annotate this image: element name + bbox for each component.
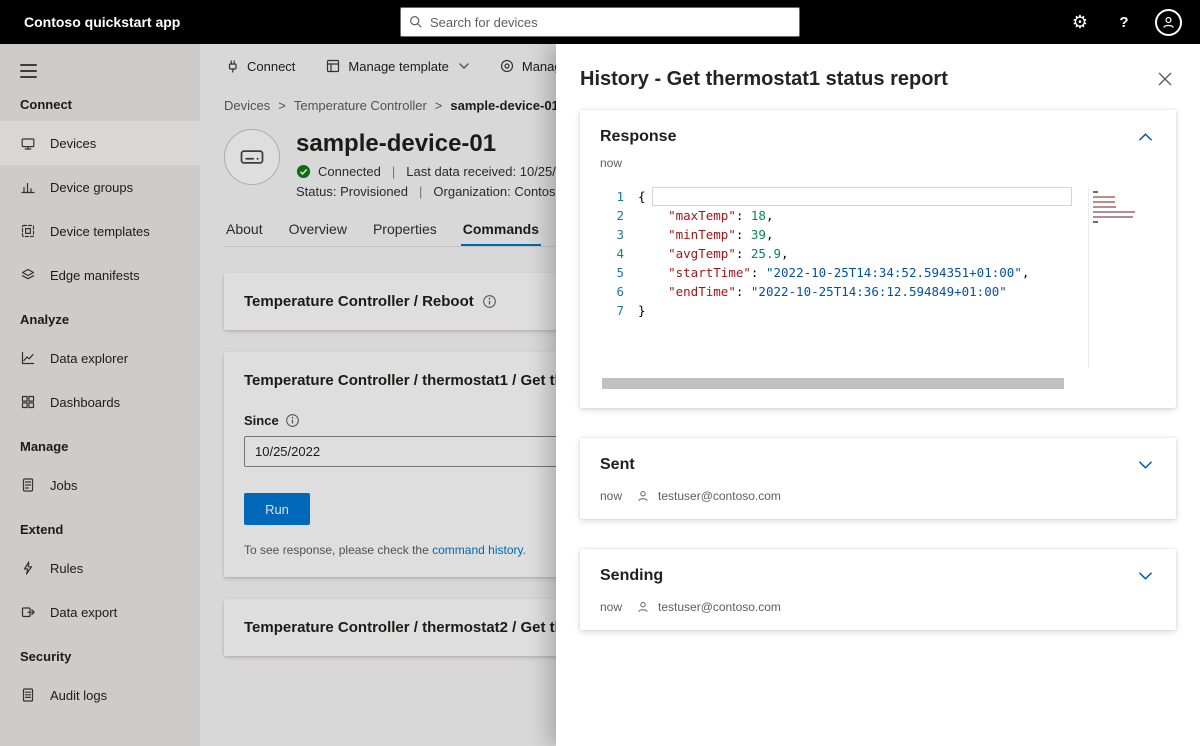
sent-header: Sent (600, 454, 1156, 476)
panel-body: Response now 1{2 "maxTemp": 18, 3 "minTem… (556, 106, 1200, 654)
code-line: 7} (600, 301, 1072, 320)
response-header: Response (600, 126, 1156, 148)
person-icon (636, 600, 650, 614)
expand-sending-button[interactable] (1134, 565, 1156, 587)
line-number: 5 (616, 265, 624, 280)
code-line: 4 "avgTemp": 25.9, (600, 244, 1072, 263)
search-icon (409, 15, 423, 29)
collapse-response-button[interactable] (1134, 126, 1156, 148)
line-number: 6 (616, 284, 624, 299)
topbar: Contoso quickstart app ⚙ ? (0, 0, 1200, 44)
sent-timestamp: now (600, 489, 623, 503)
sent-title: Sent (600, 456, 635, 473)
response-timestamp: now (600, 156, 623, 170)
code-line: 3 "minTemp": 39, (600, 225, 1072, 244)
code-line: 5 "startTime": "2022-10-25T14:34:52.5943… (600, 263, 1072, 282)
chevron-up-icon (1138, 133, 1152, 141)
response-title: Response (600, 128, 677, 145)
search-input[interactable] (430, 14, 791, 30)
panel-title: History - Get thermostat1 status report (580, 68, 948, 90)
sending-meta: now testuser@contoso.com (600, 600, 1156, 614)
sent-user: testuser@contoso.com (658, 489, 781, 503)
close-icon (1158, 72, 1172, 86)
topbar-actions: ⚙ ? (1058, 0, 1190, 44)
chevron-down-icon (1138, 572, 1152, 580)
line-number: 3 (616, 227, 624, 242)
account-button[interactable] (1146, 0, 1190, 44)
horizontal-scrollbar[interactable] (602, 378, 1064, 389)
sent-card: Sent now testuser@contoso.com (580, 438, 1176, 519)
help-icon: ? (1119, 13, 1129, 31)
chevron-down-icon (1138, 461, 1152, 469)
avatar (1154, 8, 1182, 36)
code-lines: 1{2 "maxTemp": 18, 3 "minTemp": 39, 4 "avg… (600, 184, 1072, 320)
code-line: 1{ (600, 187, 1072, 206)
sending-timestamp: now (600, 600, 623, 614)
settings-button[interactable]: ⚙ (1058, 0, 1102, 44)
line-number: 7 (616, 303, 624, 318)
response-card: Response now 1{2 "maxTemp": 18, 3 "minTem… (580, 110, 1176, 408)
person-icon (636, 489, 650, 503)
expand-sent-button[interactable] (1134, 454, 1156, 476)
help-button[interactable]: ? (1102, 0, 1146, 44)
line-number: 1 (616, 189, 624, 204)
line-number: 4 (616, 246, 624, 261)
gear-icon: ⚙ (1071, 12, 1089, 32)
sending-title: Sending (600, 567, 664, 584)
sent-meta: now testuser@contoso.com (600, 489, 1156, 503)
sending-header: Sending (600, 565, 1156, 587)
code-line: 2 "maxTemp": 18, (600, 206, 1072, 225)
history-panel: History - Get thermostat1 status report … (556, 44, 1200, 746)
sending-card: Sending now testuser@contoso.com (580, 549, 1176, 630)
panel-header: History - Get thermostat1 status report (556, 44, 1200, 106)
search-box[interactable] (400, 7, 800, 37)
app-title[interactable]: Contoso quickstart app (24, 0, 180, 44)
code-line: 6 "endTime": "2022-10-25T14:36:12.594849… (600, 282, 1072, 301)
close-button[interactable] (1150, 64, 1180, 94)
minimap[interactable] (1088, 187, 1150, 368)
line-number: 2 (616, 208, 624, 223)
json-code-editor[interactable]: 1{2 "maxTemp": 18, 3 "minTemp": 39, 4 "avg… (600, 184, 1156, 392)
sending-user: testuser@contoso.com (658, 600, 781, 614)
scrollbar-thumb[interactable] (602, 378, 1064, 389)
